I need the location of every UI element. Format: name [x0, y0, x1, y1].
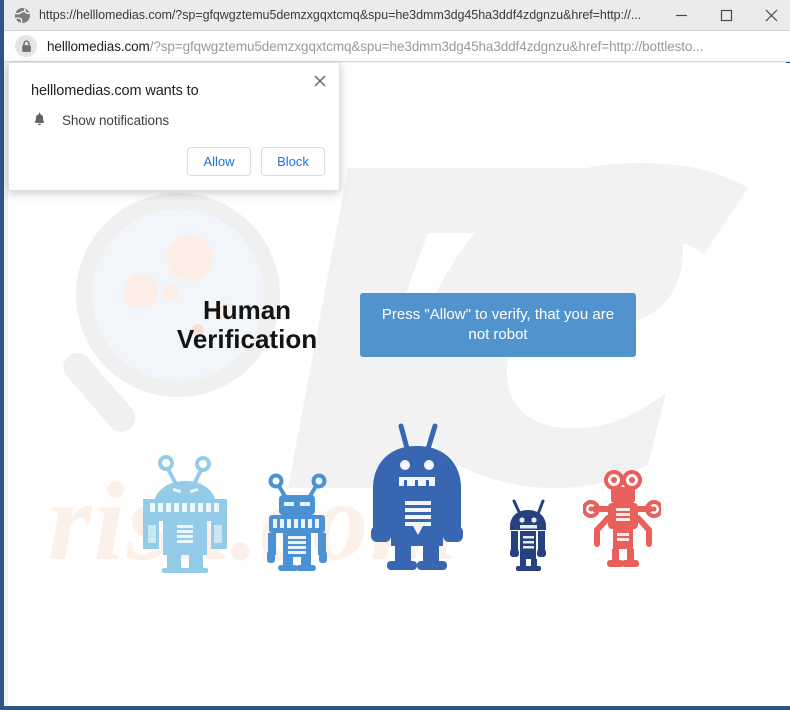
- verify-cta-button[interactable]: Press "Allow" to verify, that you are no…: [360, 293, 636, 357]
- dialog-permission-label: Show notifications: [62, 113, 170, 128]
- url-display[interactable]: helllomedias.com/?sp=gfqwgztemu5demzxgqx…: [47, 39, 790, 54]
- verification-row: Human Verification Press "Allow" to veri…: [8, 293, 790, 357]
- close-button[interactable]: [749, 0, 790, 31]
- robot-2-icon: [267, 473, 327, 571]
- dialog-actions: Allow Block: [187, 147, 325, 176]
- notification-permission-dialog: helllomedias.com wants to Show notificat…: [8, 63, 340, 191]
- robot-4-icon: [510, 499, 546, 571]
- page-title: Human Verification: [162, 296, 332, 354]
- lock-icon[interactable]: [15, 35, 37, 57]
- title-bar: https://helllomedias.com/?sp=gfqwgztemu5…: [4, 0, 790, 31]
- robot-1-icon: [143, 455, 227, 573]
- dialog-close-icon[interactable]: [310, 71, 330, 91]
- page-title-line2: Verification: [176, 324, 318, 354]
- url-path: /?sp=gfqwgztemu5demzxgqxtcmq&spu=he3dmm3…: [149, 38, 704, 54]
- block-button[interactable]: Block: [261, 147, 325, 176]
- browser-window: https://helllomedias.com/?sp=gfqwgztemu5…: [0, 0, 790, 710]
- page-title-line1: Human: [202, 295, 292, 325]
- allow-button[interactable]: Allow: [187, 147, 251, 176]
- globe-icon: [14, 7, 31, 24]
- address-bar[interactable]: helllomedias.com/?sp=gfqwgztemu5demzxgqx…: [4, 31, 790, 62]
- robot-3-icon: [371, 423, 463, 570]
- url-host: helllomedias.com: [47, 38, 150, 54]
- dialog-title: helllomedias.com wants to: [31, 83, 199, 99]
- window-controls: [659, 0, 790, 31]
- maximize-button[interactable]: [704, 0, 749, 31]
- dialog-permission-row: Show notifications: [31, 112, 169, 129]
- minimize-button[interactable]: [659, 0, 704, 31]
- window-title: https://helllomedias.com/?sp=gfqwgztemu5…: [39, 8, 642, 22]
- robot-5-icon: [583, 470, 661, 567]
- bell-icon: [31, 112, 48, 129]
- robots-illustration: [8, 403, 790, 573]
